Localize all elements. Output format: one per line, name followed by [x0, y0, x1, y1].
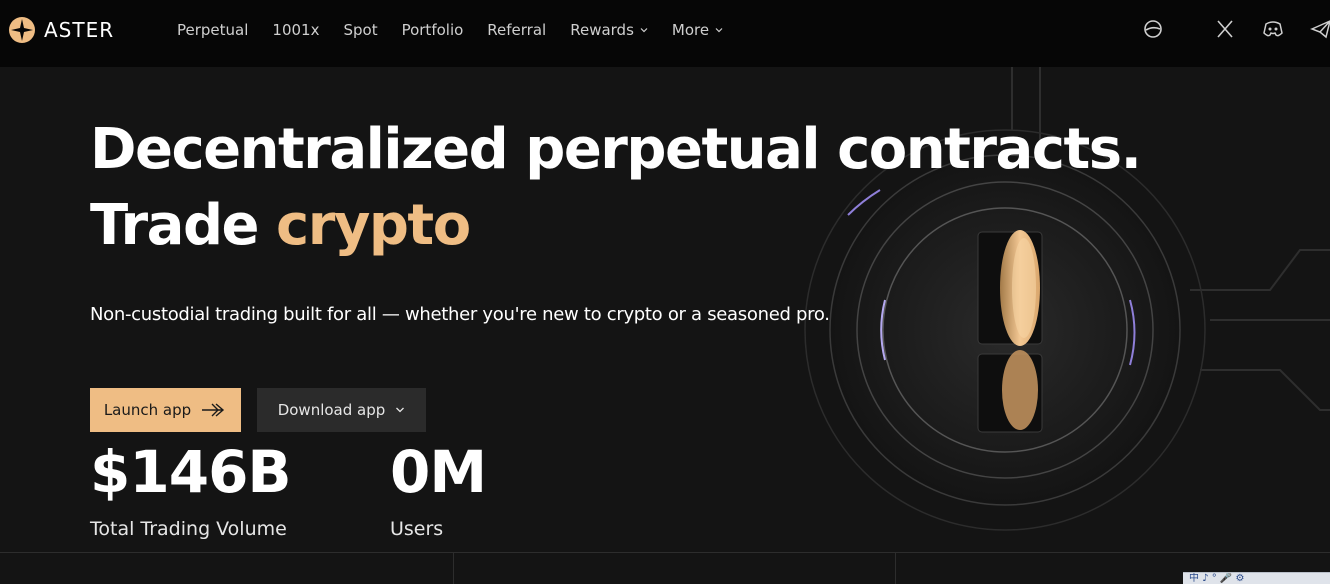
download-app-label: Download app: [277, 401, 386, 419]
section-divider: [0, 552, 1330, 553]
hero-title: Decentralized perpetual contracts. Trade…: [90, 112, 1142, 264]
aster-logo-icon: [9, 17, 35, 43]
nav-1001x-label: 1001x: [272, 21, 320, 39]
stat-users-label: Users: [390, 518, 444, 540]
brand-logo[interactable]: ASTER: [8, 16, 114, 44]
nav-more[interactable]: More: [672, 21, 723, 39]
chevron-down-icon: [396, 407, 405, 413]
nav-spot-label: Spot: [343, 21, 378, 39]
nav-more-label: More: [671, 21, 710, 39]
column-divider: [453, 553, 454, 584]
nav-perpetual[interactable]: Perpetual: [177, 21, 248, 39]
hero-title-line1: Decentralized perpetual contracts.: [90, 117, 1142, 182]
hero-subtitle: Non-custodial trading built for all — wh…: [90, 304, 830, 325]
nav-referral[interactable]: Referral: [487, 21, 546, 39]
column-divider: [895, 553, 896, 584]
launch-app-button[interactable]: Launch app: [90, 388, 241, 432]
hero-title-prefix: Trade: [90, 193, 260, 258]
x-icon[interactable]: [1214, 18, 1236, 40]
social-links: [1142, 18, 1330, 40]
stat-total-volume-label: Total Trading Volume: [90, 518, 287, 540]
hero-title-line2: Trade crypto: [90, 188, 1140, 264]
nav-referral-label: Referral: [487, 21, 547, 39]
discord-icon[interactable]: [1262, 18, 1284, 40]
top-navigation: ASTER Perpetual 1001x Spot Portfolio Ref…: [0, 0, 1330, 67]
nav-rewards[interactable]: Rewards: [570, 21, 648, 39]
nav-rewards-label: Rewards: [570, 21, 634, 39]
arrow-right-icon: [202, 403, 225, 417]
main-menu: Perpetual 1001x Spot Portfolio Referral …: [177, 0, 723, 60]
stat-total-volume-value: $146B: [90, 438, 292, 506]
nav-perpetual-label: Perpetual: [177, 21, 249, 39]
download-app-button[interactable]: Download app: [257, 388, 426, 432]
system-tray[interactable]: 中 ♪ ° 🎤 ⚙: [1183, 572, 1330, 584]
stat-users-value: 0M: [390, 438, 487, 506]
chevron-down-icon: [640, 28, 648, 33]
telegram-icon[interactable]: [1310, 18, 1330, 40]
hero-title-accent: crypto: [276, 193, 471, 258]
nav-portfolio-label: Portfolio: [401, 21, 464, 39]
chevron-down-icon: [715, 28, 723, 33]
globe-icon[interactable]: [1142, 18, 1164, 40]
nav-spot[interactable]: Spot: [343, 21, 377, 39]
nav-portfolio[interactable]: Portfolio: [402, 21, 464, 39]
launch-app-label: Launch app: [103, 401, 192, 419]
nav-1001x[interactable]: 1001x: [272, 21, 319, 39]
brand-name: ASTER: [44, 18, 115, 42]
